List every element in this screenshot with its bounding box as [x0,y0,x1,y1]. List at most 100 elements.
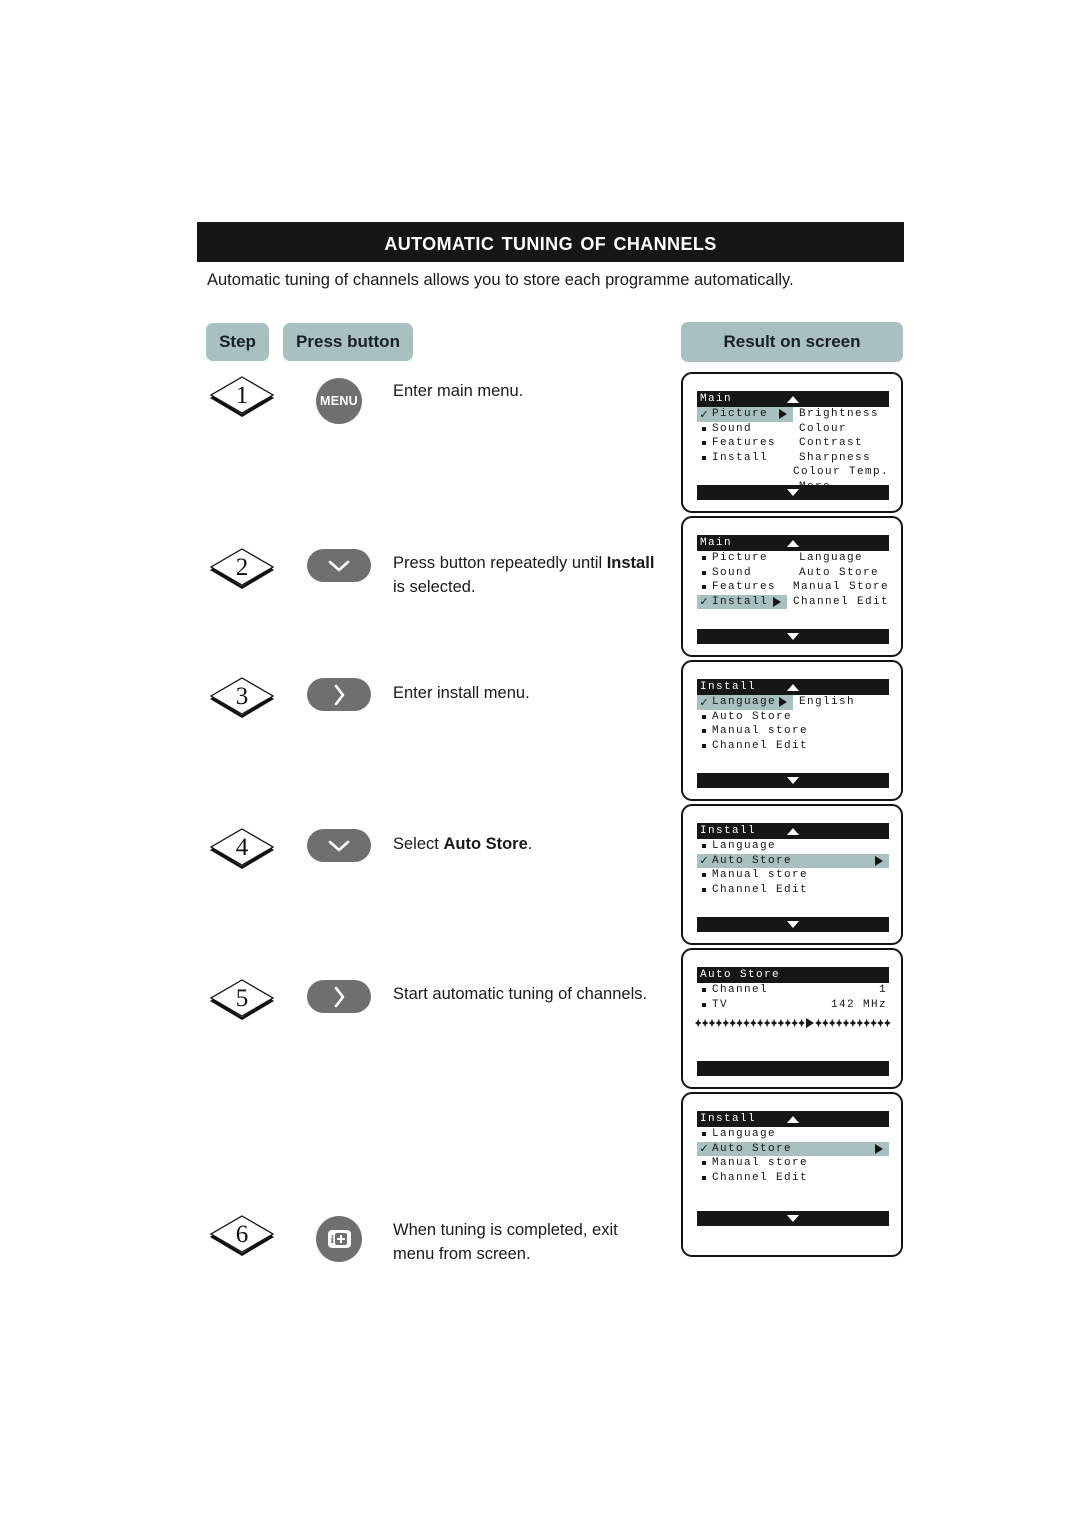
osd-row-label: Manual store [712,869,809,882]
scroll-up-arrow-icon[interactable] [787,396,799,403]
osd-row-right-value: Sharpness [799,451,872,464]
osd-row[interactable]: Channel Edit [697,739,889,754]
scroll-up-arrow-icon[interactable] [787,828,799,835]
osd-row-left: Sound [697,422,793,437]
osd-row-right-value: Colour Temp. [792,466,889,479]
step-number-label: 5 [235,984,249,1012]
osd-row[interactable]: Colour Temp. [697,465,889,480]
osd-row-left: Sound [697,566,793,581]
body-text: Select [393,835,444,853]
osd-row[interactable]: ✓ Install Channel Edit [697,594,889,609]
osd-row[interactable]: Channel 1 [697,983,889,998]
osd-row[interactable]: Picture Language [697,551,889,566]
osd-row[interactable]: Auto Store [697,710,889,725]
submenu-right-arrow-icon[interactable] [875,855,883,866]
osd-row[interactable]: TV 142 MHz [697,998,889,1013]
osd-row[interactable]: Language [697,1127,889,1142]
submenu-right-arrow-icon[interactable] [875,1143,883,1154]
bullet-square-icon [699,1161,709,1166]
progress-marker [784,1018,791,1028]
osd-row[interactable]: ✓ Picture Brightness [697,407,889,422]
bullet-square-icon [699,1002,709,1007]
page-title-bar: Automatic Tuning of Channels [197,222,904,262]
osd-row[interactable]: Install Sharpness [697,451,889,466]
osd-menu: Main ✓ Picture Brightness Sound Colour Feature… [697,391,889,494]
scroll-down-arrow-icon[interactable] [787,633,799,640]
osd-row[interactable]: Channel Edit [697,883,889,898]
osd-row-list: ✓ Picture Brightness Sound Colour Features Con… [697,407,889,494]
osd-row-label: Auto Store [712,710,793,723]
chevron-down-icon[interactable] [307,549,371,582]
progress-marker [842,1018,850,1028]
osd-menu: Main Picture Language Sound Auto Store Featur… [697,535,889,609]
progress-marker [798,1018,805,1028]
step-number-4: 4 [208,827,276,871]
osd-row-right-value: Colour [799,422,848,435]
scroll-down-arrow-icon[interactable] [787,489,799,496]
chevron-down-icon[interactable] [307,829,371,862]
osd-row[interactable]: ✓ Auto Store [697,853,889,868]
osd-row-label: Channel Edit [712,883,809,896]
chevron-right-icon[interactable] [307,980,371,1013]
progress-marker [757,1018,764,1028]
osd-row-left: Features [697,580,787,595]
osd-row[interactable]: Manual store [697,868,889,883]
osd-row[interactable]: Features Manual Store [697,580,889,595]
osd-row-label: Language [712,1128,777,1141]
scroll-down-arrow-icon[interactable] [787,777,799,784]
page-title: Automatic Tuning of Channels [384,227,717,256]
scroll-down-arrow-icon[interactable] [787,921,799,928]
bullet-square-icon [699,743,709,748]
progress-marker [822,1018,829,1028]
osd-row-label: Sound [712,422,753,435]
submenu-right-arrow-icon[interactable] [772,596,781,607]
osd-row-label: Channel [712,984,769,997]
osd-footer-bar [697,485,889,500]
osd-row[interactable]: ✓ Auto Store [697,1141,889,1156]
osd-title-label: Install [700,825,757,837]
osd-row-left: Language [697,839,793,854]
osd-row-list: Picture Language Sound Auto Store Features Ma… [697,551,889,609]
osd-row-left: Picture [697,551,793,566]
osd-row[interactable]: Sound Auto Store [697,566,889,581]
scroll-up-arrow-icon[interactable] [787,540,799,547]
osd-row[interactable]: Manual store [697,724,889,739]
progress-marker [856,1018,863,1028]
osd-row-numeric-value: 1 [878,984,887,997]
progress-marker [877,1018,884,1028]
scroll-up-arrow-icon[interactable] [787,684,799,691]
bullet-square-icon [699,441,709,446]
osd-row[interactable]: Channel Edit [697,1171,889,1186]
bullet-square-icon [699,729,709,734]
osd-row-left: Manual store [697,1156,807,1171]
submenu-right-arrow-icon[interactable] [779,697,787,708]
progress-marker [750,1018,757,1028]
osd-title-bar: Install [697,823,889,839]
step-number-label: 4 [235,833,249,861]
osd-row-left [697,465,787,480]
submenu-right-arrow-icon[interactable] [779,409,787,420]
progress-marker [743,1018,750,1028]
menu-button[interactable]: MENU [316,378,362,424]
osd-row-right-value: Language [799,552,864,565]
osd-row-label: Features [712,581,777,594]
chevron-right-icon[interactable] [307,678,371,711]
scroll-up-arrow-icon[interactable] [787,1116,799,1123]
intro-paragraph: Automatic tuning of channels allows you … [207,271,794,289]
osd-row[interactable]: Features Contrast [697,436,889,451]
scroll-down-arrow-icon[interactable] [787,1215,799,1222]
bullet-square-icon [699,714,709,719]
osd-row-label: Channel Edit [712,1171,809,1184]
osd-row-left: Channel [697,983,793,998]
info-plus-icon[interactable]: i [316,1216,362,1262]
osd-row[interactable]: Sound Colour [697,422,889,437]
progress-marker [701,1018,709,1028]
osd-row[interactable]: Manual store [697,1156,889,1171]
step-number-label: 6 [235,1220,249,1248]
checkmark-icon: ✓ [699,854,709,868]
osd-row[interactable]: Language [697,839,889,854]
osd-row[interactable]: ✓ Language English [697,695,889,710]
progress-marker [815,1018,822,1028]
osd-row-left: ✓ Auto Store [697,853,889,868]
osd-row-label: Auto Store [712,854,793,867]
